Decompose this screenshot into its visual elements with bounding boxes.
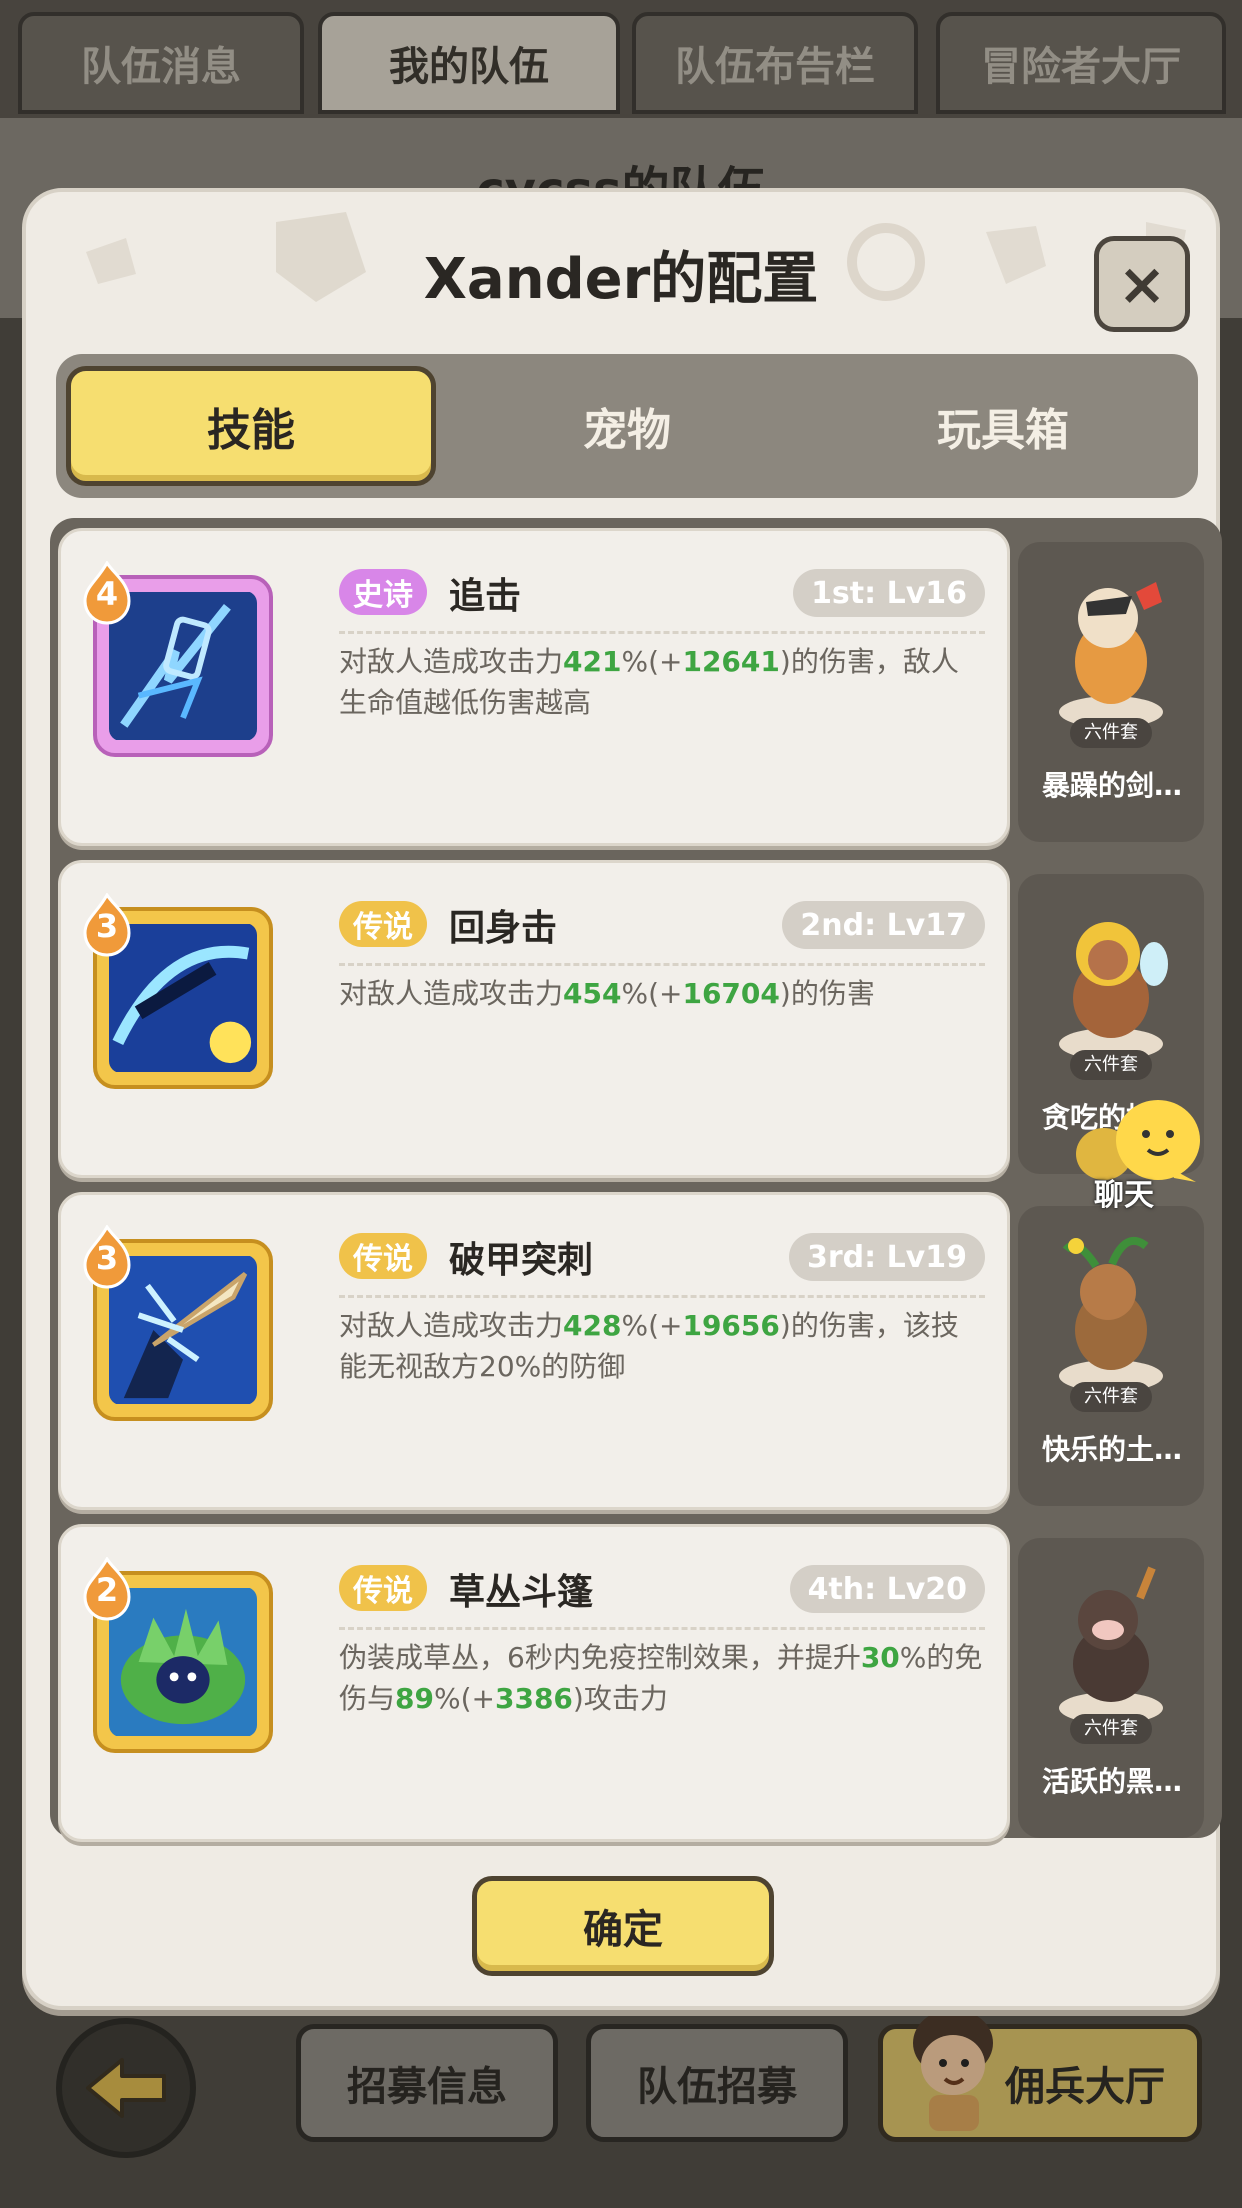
confirm-button[interactable]: 确定 [472,1876,774,1976]
skill-name: 追击 [449,576,522,617]
skill-description: 对敌人造成攻击力454%(+16704)的伤害 [339,977,875,1010]
set-name: 暴躁的剑… [1041,769,1182,802]
set-tag: 六件套 [1070,1714,1152,1744]
close-icon: × [1117,250,1167,318]
set-tag: 六件套 [1070,1382,1152,1412]
tab-toybox[interactable]: 玩具箱 [818,366,1188,486]
set-figure-icon [1059,1237,1163,1392]
rarity-badge: 史诗 [339,569,427,615]
skill-name: 破甲突刺 [449,1240,594,1281]
slot-level-badge: 4th: Lv20 [789,1565,985,1613]
skill-name: 回身击 [449,908,558,949]
skill-row[interactable]: 2 传说 草丛斗篷 4th: Lv20 伪装成草丛，6秒内免疫控制效果，并提升3… [58,1524,1208,1842]
skill-card[interactable]: 4 史诗 追击 1st: Lv16 对敌人造成攻击力421%(+12641)的伤… [58,528,1010,846]
skill-level: 2 [95,1571,119,1609]
skill-level: 3 [95,907,119,945]
skill-level: 4 [95,575,119,613]
skill-description: 伪装成草丛，6秒内免疫控制效果，并提升30%的免伤与89%(+3386)攻击力 [339,1641,983,1715]
set-panel[interactable]: 六件套 快乐的土… [1018,1206,1204,1506]
modal-title: Xander的配置 [423,247,819,312]
chat-label[interactable]: 聊天 [1094,1170,1154,1214]
skill-row[interactable]: 3 传说 破甲突刺 3rd: Lv19 对敌人造成攻击力428%(+19656)… [58,1192,1208,1510]
set-tag: 六件套 [1070,718,1152,748]
skill-level: 3 [95,1239,119,1277]
slot-level-badge: 2nd: Lv17 [782,901,985,949]
loadout-modal: Xander的配置 × 技能 宠物 玩具箱 4 史诗 追击 1st: Lv16 … [22,188,1222,2010]
set-figure-icon [1059,1566,1163,1724]
set-tag: 六件套 [1070,1050,1152,1080]
skill-row[interactable]: 3 传说 回身击 2nd: Lv17 对敌人造成攻击力454%(+16704)的… [58,860,1208,1178]
skill-card[interactable]: 3 传说 回身击 2nd: Lv17 对敌人造成攻击力454%(+16704)的… [58,860,1010,1178]
set-figure-icon [1059,922,1168,1060]
loadout-tab-bar: 技能 宠物 玩具箱 [56,354,1198,498]
rarity-badge: 传说 [339,1565,427,1611]
set-panel[interactable]: 六件套 暴躁的剑… [1018,542,1204,842]
tab-pets[interactable]: 宠物 [442,366,812,486]
close-button[interactable]: × [1094,236,1190,332]
set-panel[interactable]: 六件套 活跃的黑… [1018,1538,1204,1838]
skill-description: 对敌人造成攻击力428%(+19656)的伤害，该技能无视敌方20%的防御 [339,1309,959,1383]
set-name: 活跃的黑… [1041,1765,1182,1798]
slot-level-badge: 3rd: Lv19 [788,1233,985,1281]
set-figure-icon [1059,582,1163,728]
skill-row[interactable]: 4 史诗 追击 1st: Lv16 对敌人造成攻击力421%(+12641)的伤… [58,528,1208,846]
rarity-badge: 传说 [339,901,427,947]
tab-skills[interactable]: 技能 [66,366,436,486]
rarity-badge: 传说 [339,1233,427,1279]
skill-name: 草丛斗篷 [449,1572,594,1613]
slot-level-badge: 1st: Lv16 [793,569,985,617]
skill-description: 对敌人造成攻击力421%(+12641)的伤害，敌人生命值越低伤害越高 [339,645,959,719]
skill-card[interactable]: 3 传说 破甲突刺 3rd: Lv19 对敌人造成攻击力428%(+19656)… [58,1192,1010,1510]
skill-card[interactable]: 2 传说 草丛斗篷 4th: Lv20 伪装成草丛，6秒内免疫控制效果，并提升3… [58,1524,1010,1842]
set-name: 快乐的土… [1041,1433,1182,1466]
